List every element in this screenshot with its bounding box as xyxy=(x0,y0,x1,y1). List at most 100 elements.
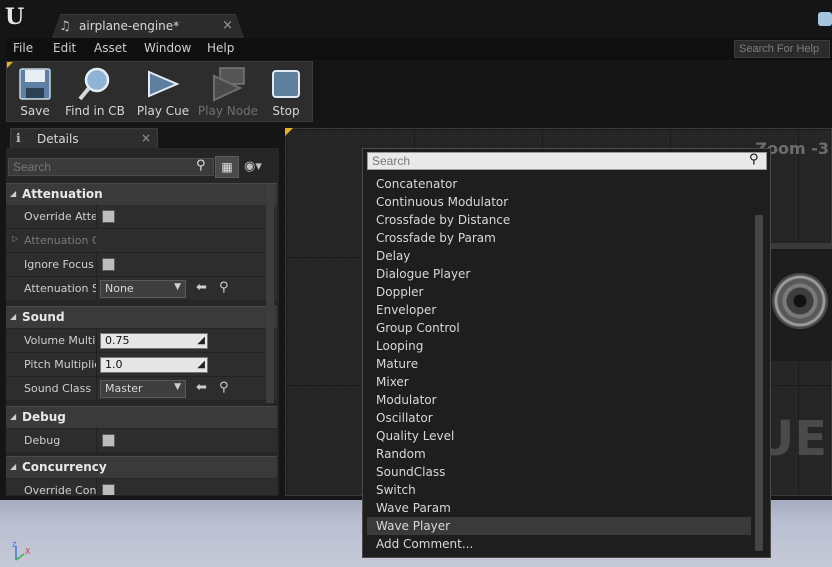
speaker-icon xyxy=(772,273,828,329)
play-cue-button[interactable]: Play Cue xyxy=(135,62,191,122)
dropdown-value: None xyxy=(105,282,134,295)
collapse-arrow-icon: ◢ xyxy=(10,412,17,421)
search-icon: ⚲ xyxy=(196,158,206,173)
context-menu-item[interactable]: Looping xyxy=(367,337,751,355)
context-menu-item[interactable]: Add Comment... xyxy=(367,535,751,553)
close-icon[interactable]: × xyxy=(222,18,233,33)
context-menu-item[interactable]: Wave Param xyxy=(367,499,751,517)
svg-text:Z: Z xyxy=(12,541,17,549)
override-concurrency-checkbox[interactable] xyxy=(102,484,115,495)
save-icon xyxy=(19,68,51,100)
collapse-arrow-icon: ◢ xyxy=(10,462,17,471)
context-menu-item[interactable]: Switch xyxy=(367,481,751,499)
search-icon: ⚲ xyxy=(749,152,759,167)
sound-class-dropdown[interactable]: Master ▼ xyxy=(100,380,186,398)
use-selected-arrow-icon[interactable]: ⬅ xyxy=(196,380,207,395)
context-menu-item[interactable]: Delay xyxy=(367,247,751,265)
node-context-menu: ⚲ ConcatenatorContinuous ModulatorCrossf… xyxy=(362,148,771,558)
view-options-eye-icon[interactable]: ◉▾ xyxy=(244,159,262,174)
property-debug: Debug xyxy=(6,429,277,453)
property-label: Pitch Multiplier xyxy=(24,358,96,371)
context-menu-scrollbar[interactable] xyxy=(755,215,763,551)
debug-checkbox[interactable] xyxy=(102,434,115,447)
collapse-arrow-icon: ◢ xyxy=(10,312,17,321)
details-scrollbar[interactable] xyxy=(266,184,274,403)
context-menu-item[interactable]: Group Control xyxy=(367,319,751,337)
output-node[interactable] xyxy=(764,243,832,361)
info-icon: ℹ xyxy=(16,131,21,145)
details-tab-label: Details xyxy=(37,132,79,146)
volume-multiplier-input[interactable]: 0.75 ◢ xyxy=(100,333,208,349)
play-node-label: Play Node xyxy=(197,104,259,118)
property-label: Debug xyxy=(24,434,61,447)
context-menu-item[interactable]: SoundClass xyxy=(367,463,751,481)
property-label: Sound Class xyxy=(24,382,92,395)
property-label: Attenuation Overrides xyxy=(24,234,96,247)
dropdown-value: Master xyxy=(105,382,143,395)
stop-button[interactable]: Stop xyxy=(265,62,307,122)
chevron-down-icon: ▼ xyxy=(174,382,181,392)
property-label: Override Attenuation xyxy=(24,210,96,223)
menu-window[interactable]: Window xyxy=(144,41,191,55)
details-tab[interactable]: ℹ Details × xyxy=(10,128,158,148)
context-menu-item[interactable]: Enveloper xyxy=(367,301,751,319)
menu-asset[interactable]: Asset xyxy=(94,41,127,55)
context-menu-item[interactable]: Mature xyxy=(367,355,751,373)
help-search-input[interactable] xyxy=(734,40,830,58)
browse-magnifier-icon[interactable]: ⚲ xyxy=(219,280,229,295)
menu-help[interactable]: Help xyxy=(207,41,234,55)
menu-file[interactable]: File xyxy=(13,41,33,55)
context-menu-item[interactable]: Quality Level xyxy=(367,427,751,445)
unreal-logo-icon: U xyxy=(5,4,25,30)
context-menu-item[interactable]: Crossfade by Param xyxy=(367,229,751,247)
context-search-input[interactable] xyxy=(367,152,767,170)
svg-text:X: X xyxy=(25,547,31,556)
drag-resize-icon: ◢ xyxy=(197,335,205,346)
context-menu-item[interactable]: Modulator xyxy=(367,391,751,409)
find-in-cb-button[interactable]: Find in CB xyxy=(63,62,127,122)
property-attenuation-overrides[interactable]: ▷ Attenuation Overrides xyxy=(6,229,277,253)
category-sound-title: Sound xyxy=(22,310,65,324)
stop-icon xyxy=(272,70,300,98)
menu-edit[interactable]: Edit xyxy=(53,41,76,55)
close-icon[interactable]: × xyxy=(141,131,151,145)
toolbar: Save Find in CB Play Cue Play Node Stop xyxy=(6,61,313,122)
pitch-multiplier-input[interactable]: 1.0 ◢ xyxy=(100,357,208,373)
save-button[interactable]: Save xyxy=(9,62,61,122)
play-cue-label: Play Cue xyxy=(136,104,190,118)
use-selected-arrow-icon[interactable]: ⬅ xyxy=(196,280,207,295)
context-menu-item[interactable]: Wave Player xyxy=(367,517,751,535)
category-sound[interactable]: ◢ Sound xyxy=(6,306,277,328)
context-menu-item[interactable]: Doppler xyxy=(367,283,751,301)
category-concurrency-title: Concurrency xyxy=(22,460,107,474)
context-menu-list: Concatenator Continuous Modulator Crossfad… xyxy=(367,175,751,553)
property-matrix-button[interactable]: ▦ xyxy=(215,156,239,178)
category-attenuation[interactable]: ◢ Attenuation xyxy=(6,183,277,205)
stop-label: Stop xyxy=(272,104,300,118)
property-volume-multiplier: Volume Multiplier 0.75 ◢ xyxy=(6,329,277,353)
override-attenuation-checkbox[interactable] xyxy=(102,210,115,223)
save-label: Save xyxy=(20,104,50,118)
chat-icon[interactable] xyxy=(818,12,832,26)
context-menu-item[interactable]: Concatenator xyxy=(367,175,751,193)
play-node-button[interactable]: Play Node xyxy=(197,62,259,122)
browse-magnifier-icon[interactable]: ⚲ xyxy=(219,380,229,395)
context-menu-item[interactable]: Dialogue Player xyxy=(367,265,751,283)
find-in-cb-label: Find in CB xyxy=(65,104,125,118)
context-menu-item[interactable]: Crossfade by Distance xyxy=(367,211,751,229)
property-ignore-focus: Ignore Focus xyxy=(6,253,277,277)
context-menu-item[interactable]: Oscillator xyxy=(367,409,751,427)
context-menu-item[interactable]: Random xyxy=(367,445,751,463)
ignore-focus-checkbox[interactable] xyxy=(102,258,115,271)
menu-bar: File Edit Asset Window Help xyxy=(6,38,832,60)
property-attenuation-settings: Attenuation Settings None ▼ ⬅ ⚲ xyxy=(6,277,277,301)
title-bar: U ♫ airplane-engine* × xyxy=(0,0,832,38)
category-concurrency[interactable]: ◢ Concurrency xyxy=(6,456,277,478)
details-search-input[interactable] xyxy=(8,158,214,176)
property-label: Attenuation Settings xyxy=(24,282,96,295)
category-debug[interactable]: ◢ Debug xyxy=(6,406,277,428)
attenuation-settings-dropdown[interactable]: None ▼ xyxy=(100,280,186,298)
document-tab[interactable]: ♫ airplane-engine* × xyxy=(52,14,244,38)
context-menu-item[interactable]: Mixer xyxy=(367,373,751,391)
context-menu-item[interactable]: Continuous Modulator xyxy=(367,193,751,211)
